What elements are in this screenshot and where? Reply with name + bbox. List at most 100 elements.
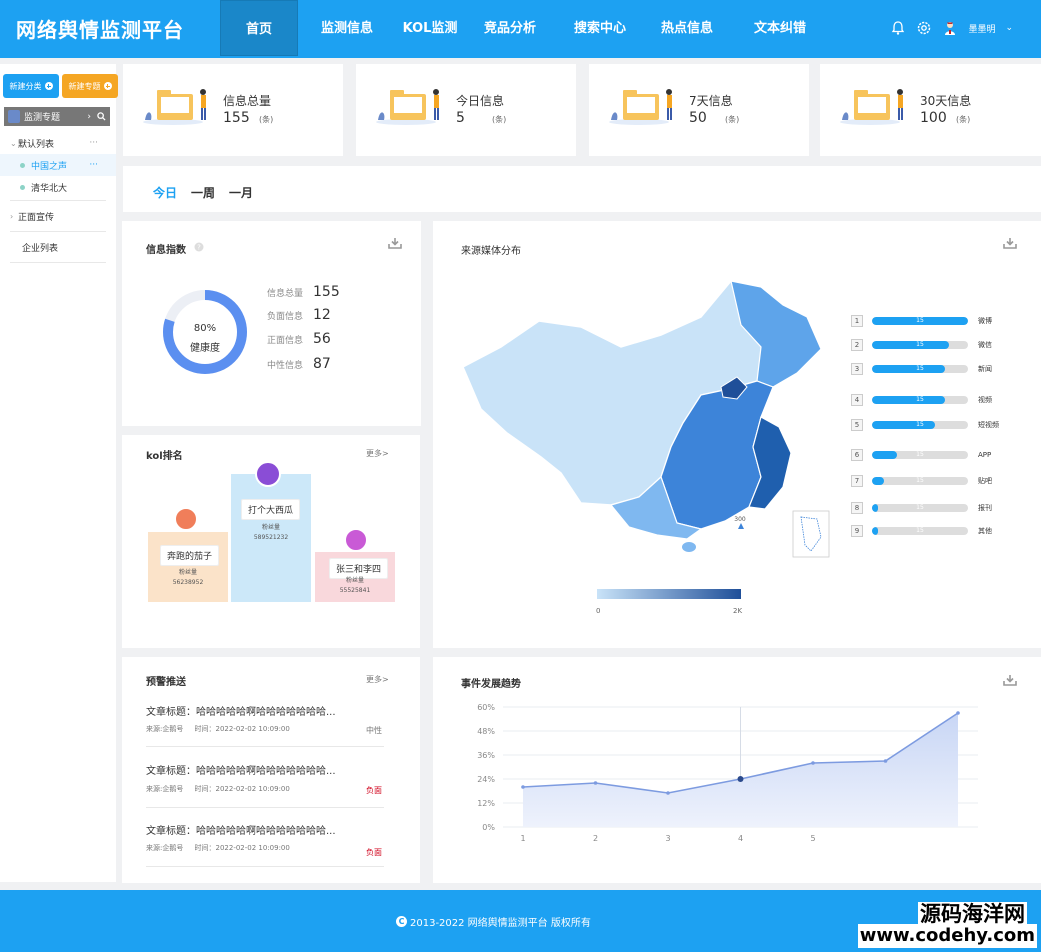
tab-week[interactable]: 一周	[191, 184, 215, 201]
fans-label: 粉丝量	[345, 577, 364, 584]
media-rank-row[interactable]: 2 15 微信	[851, 338, 992, 352]
kol-name[interactable]: 打个大西瓜	[241, 499, 301, 520]
app-logo-title[interactable]: 网络舆情监测平台	[16, 14, 184, 43]
copyright-icon: C	[396, 916, 407, 927]
color-scale	[597, 589, 741, 599]
map-region-hainan[interactable]	[682, 542, 696, 552]
y-tick-label: 12%	[477, 799, 495, 808]
tree-item-tsinghua[interactable]: 清华北大	[0, 176, 116, 198]
x-tick-label: 1	[520, 834, 525, 843]
kol-fans: 粉丝量 55525841	[315, 576, 395, 596]
nav-text-correct[interactable]: 文本纠错	[730, 0, 830, 56]
username[interactable]: 墨墨明	[968, 22, 995, 35]
download-icon[interactable]	[1003, 674, 1017, 686]
media-rank-row[interactable]: 3 15 新闻	[851, 362, 992, 376]
alert-more-link[interactable]: 更多>	[366, 674, 389, 685]
tree-label: 清华北大	[31, 183, 68, 194]
media-rank-row[interactable]: 8 15 报刊	[851, 501, 992, 515]
tab-today[interactable]: 今日	[153, 184, 177, 201]
alert-source: 来源:企鹅号	[146, 844, 184, 852]
alert-time: 时间：2022-02-02 10:09:00	[194, 844, 290, 852]
tree-positive[interactable]: › 正面宣传	[0, 203, 116, 229]
footer-text: 2013-2022 网络舆情监测平台 版权所有	[410, 918, 591, 929]
new-topic-button[interactable]: 新建专题	[62, 74, 118, 98]
alert-time: 时间：2022-02-02 10:09:00	[194, 725, 290, 733]
trend-chart[interactable]: 0% 12% 24% 36% 48% 60% 1 2 3 4 5	[433, 697, 1041, 847]
rank-value: 15	[916, 451, 924, 458]
bell-icon[interactable]	[890, 20, 906, 36]
folder-illustration-icon	[840, 89, 903, 125]
top-header: 网络舆情监测平台 首页 监测信息 KOL监测 竞品分析 搜索中心 热点信息 文本…	[0, 0, 1041, 58]
nav-monitor-info[interactable]: 监测信息	[298, 0, 396, 56]
search-icon[interactable]	[97, 111, 106, 121]
metric-label: 信息总量	[267, 289, 304, 299]
rank-number: 6	[851, 449, 863, 461]
folder-illustration-icon	[143, 89, 206, 125]
media-rank-row[interactable]: 9 15 其他	[851, 524, 992, 538]
tree-item-china-voice[interactable]: 中国之声 ···	[0, 154, 116, 176]
more-dots-icon[interactable]: ···	[89, 138, 98, 148]
tree-enterprise[interactable]: 企业列表	[0, 234, 116, 260]
stat-card-7days: 7天信息 50 (条)	[589, 64, 809, 156]
alert-title[interactable]: 文章标题：哈哈哈哈哈啊哈哈哈哈哈哈哈...	[146, 703, 336, 718]
avatar-icon[interactable]	[942, 20, 958, 36]
rank-number: 5	[851, 419, 863, 431]
media-rank-row[interactable]: 6 15 APP	[851, 448, 991, 462]
nav-competitor[interactable]: 竞品分析	[464, 0, 556, 56]
y-tick-label: 0%	[482, 823, 495, 832]
kol-name[interactable]: 奔跑的茄子	[160, 545, 220, 566]
media-rank-row[interactable]: 1 15 微博	[851, 314, 992, 328]
main-nav: 首页 监测信息 KOL监测 竞品分析 搜索中心 热点信息 文本纠错	[220, 0, 830, 58]
question-icon[interactable]: ?	[194, 242, 204, 252]
rank-value: 15	[916, 527, 924, 534]
nav-hot-info[interactable]: 热点信息	[644, 0, 730, 56]
stat-value: 5	[456, 110, 465, 126]
stat-unit: (条)	[725, 115, 740, 124]
y-tick-label: 60%	[477, 703, 495, 712]
rank-value: 15	[916, 504, 924, 511]
folder-illustration-icon	[376, 89, 439, 125]
stat-value: 50	[689, 110, 707, 126]
kol-more-link[interactable]: 更多>	[366, 448, 389, 459]
more-dots-icon[interactable]: ···	[89, 160, 98, 170]
header-actions: 墨墨明 ⌄	[890, 20, 1013, 36]
rank-label: 贴吧	[978, 477, 992, 485]
divider	[10, 262, 106, 263]
map-marker-icon	[738, 523, 744, 529]
download-icon[interactable]	[1003, 237, 1017, 249]
china-map[interactable]: 300	[461, 277, 831, 567]
media-rank-row[interactable]: 7 15 贴吧	[851, 474, 992, 488]
nav-search-center[interactable]: 搜索中心	[556, 0, 644, 56]
stat-value: 100	[920, 110, 947, 126]
tree-label: 企业列表	[22, 243, 59, 254]
download-icon[interactable]	[388, 237, 402, 249]
rank-bar: 15	[872, 527, 968, 535]
nav-home[interactable]: 首页	[220, 0, 298, 56]
rank-label: APP	[978, 451, 992, 459]
metric-value: 155	[313, 284, 340, 300]
alert-time: 时间：2022-02-02 10:09:00	[194, 785, 290, 793]
new-category-button[interactable]: 新建分类	[3, 74, 59, 98]
gear-icon[interactable]	[916, 20, 932, 36]
alert-meta: 来源:企鹅号 时间：2022-02-02 10:09:00	[146, 843, 290, 853]
watermark-title: 源码海洋网	[918, 902, 1027, 926]
nav-kol[interactable]: KOL监测	[396, 0, 464, 56]
tree-default-list[interactable]: ⌄ 默认列表 ···	[0, 132, 116, 154]
x-tick-label: 3	[665, 834, 670, 843]
trend-point	[521, 785, 525, 789]
media-rank-row[interactable]: 5 15 短视频	[851, 418, 999, 432]
media-rank-row[interactable]: 4 15 视频	[851, 393, 992, 407]
alert-title[interactable]: 文章标题：哈哈哈哈哈啊哈哈哈哈哈哈哈...	[146, 762, 336, 777]
rank-bar: 15	[872, 477, 968, 485]
metric-positive: 正面信息 56	[267, 331, 331, 347]
alert-source: 来源:企鹅号	[146, 725, 184, 733]
stat-label: 今日信息	[456, 94, 505, 108]
card-title: 来源媒体分布	[461, 246, 521, 257]
rank-label: 视频	[978, 396, 992, 404]
stat-label: 信息总量	[223, 94, 272, 108]
metric-label: 中性信息	[267, 361, 304, 371]
chevron-down-icon[interactable]: ⌄	[1005, 23, 1013, 33]
chevron-right-icon[interactable]: ›	[87, 112, 91, 122]
alert-title[interactable]: 文章标题：哈哈哈哈哈啊哈哈哈哈哈哈哈...	[146, 822, 336, 837]
tab-month[interactable]: 一月	[229, 184, 253, 201]
